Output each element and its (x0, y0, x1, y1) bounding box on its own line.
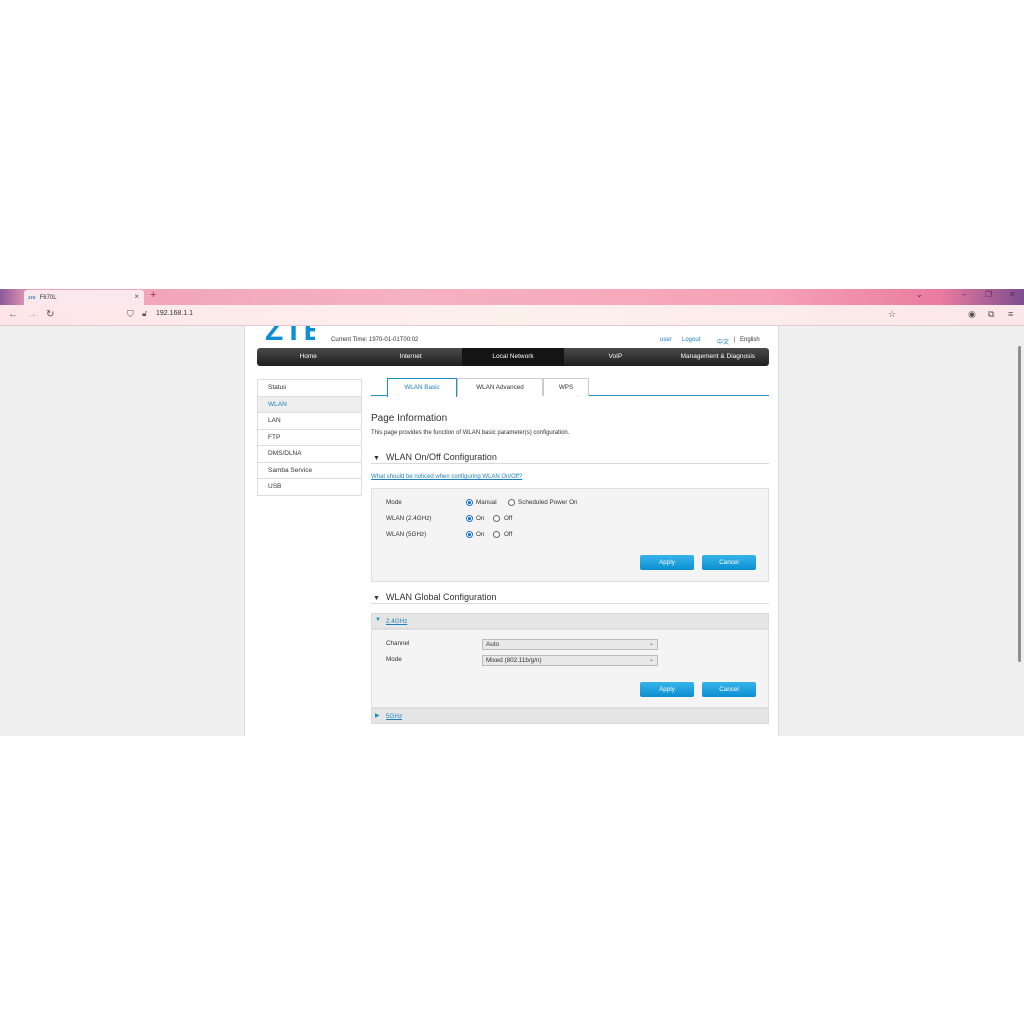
wlan5-on-radio[interactable] (466, 531, 473, 538)
wlan24-label: WLAN (2.4GHz) (386, 515, 432, 522)
wlan5-off-label: Off (504, 531, 513, 538)
onoff-section-header[interactable]: ▼ WLAN On/Off Configuration (371, 452, 769, 464)
wlan5-off-radio[interactable] (493, 531, 500, 538)
sidebar-item-dms[interactable]: DMS/DLNA (258, 446, 361, 463)
global-section-header[interactable]: ▼ WLAN Global Configuration (371, 592, 769, 604)
sidebar: Status WLAN LAN FTP DMS/DLNA Samba Servi… (257, 379, 362, 496)
wlan5-label: WLAN (5GHz) (386, 531, 427, 538)
channel-label: Channel (386, 640, 410, 647)
nav-local-network[interactable]: Local Network (461, 348, 565, 366)
lang-en-link[interactable]: English (740, 337, 760, 343)
screenshot: ZTE F670L × + ⌄ – ❐ ✕ ← → ↻ ⛉ 🔓︎ 192.168… (0, 289, 1024, 736)
browser-tab[interactable]: ZTE F670L × (24, 290, 144, 305)
sidebar-item-wlan[interactable]: WLAN (258, 396, 361, 413)
logout-link[interactable]: Logout (682, 337, 700, 343)
onoff-section-title: WLAN On/Off Configuration (385, 452, 497, 462)
extensions-icon[interactable]: ⧉ (988, 309, 994, 320)
wlan24-on-radio[interactable] (466, 515, 473, 522)
minimize-icon[interactable]: – (962, 290, 966, 299)
mode-label: Mode (386, 499, 402, 506)
current-time: Current Time: 1970-01-01T00:02 (331, 337, 419, 343)
onoff-panel: Mode Manual Scheduled Power On WLAN (2.4… (371, 488, 769, 582)
collapse-arrow-icon: ▼ (373, 455, 380, 462)
bookmark-star-icon[interactable]: ☆ (888, 309, 896, 320)
tab-title: F670L (39, 294, 57, 301)
channel-select-value: Auto (486, 641, 499, 648)
wlan24-off-label: Off (504, 515, 513, 522)
tab-wlan-advanced[interactable]: WLAN Advanced (457, 378, 543, 396)
lang-zh-link[interactable]: 中文 (717, 337, 729, 346)
band-24-label[interactable]: 2.4GHz (386, 618, 407, 625)
global-cancel-button[interactable]: Cancel (702, 682, 756, 697)
close-tab-icon[interactable]: × (134, 292, 139, 301)
address-bar: ← → ↻ ⛉ 🔓︎ 192.168.1.1 ☆ ◉ ⧉ ≡ (0, 305, 1024, 326)
nav-management[interactable]: Management & Diagnosis (667, 348, 769, 366)
mode-scheduled-radio[interactable] (508, 499, 515, 506)
onoff-cancel-button[interactable]: Cancel (702, 555, 756, 570)
page-scrollbar[interactable] (1018, 346, 1021, 662)
band-24-panel: Channel Auto ⌄ Mode Mixed (802.11b/g/n) … (371, 629, 769, 708)
main-nav: Home Internet Local Network VoIP Managem… (257, 348, 769, 366)
url-field[interactable]: 192.168.1.1 (156, 310, 193, 317)
onoff-apply-button[interactable]: Apply (640, 555, 694, 570)
sidebar-item-lan[interactable]: LAN (258, 413, 361, 430)
zte-logo: ZTE (265, 326, 315, 346)
lang-separator: | (734, 337, 736, 343)
expand-down-icon: ▼ (375, 617, 381, 623)
nav-voip[interactable]: VoIP (564, 348, 666, 366)
close-window-icon[interactable]: ✕ (1009, 290, 1016, 299)
band-5-header[interactable]: ▶ 5GHz (371, 708, 769, 724)
sidebar-item-status[interactable]: Status (258, 380, 361, 397)
user-link[interactable]: user (660, 337, 672, 343)
band-24-header[interactable]: ▼ 2.4GHz (371, 613, 769, 629)
tab-wlan-basic[interactable]: WLAN Basic (387, 378, 457, 397)
account-icon[interactable]: ◉ (968, 309, 976, 320)
channel-select[interactable]: Auto ⌄ (482, 639, 658, 650)
browser-tab-bar: ZTE F670L × + ⌄ – ❐ ✕ (0, 289, 1024, 305)
global-section-title: WLAN Global Configuration (385, 592, 497, 602)
wlan24-on-label: On (476, 515, 485, 522)
menu-icon[interactable]: ≡ (1008, 309, 1013, 319)
sidebar-item-usb[interactable]: USB (258, 479, 361, 496)
chevron-down-icon: ⌄ (648, 657, 654, 663)
mode-scheduled-label: Scheduled Power On (518, 499, 578, 506)
onoff-help-link[interactable]: What should be noticed when configuring … (371, 474, 522, 480)
nav-home[interactable]: Home (257, 348, 359, 366)
wlan-mode-select-value: Mixed (802.11b/g/n) (486, 657, 542, 664)
back-icon[interactable]: ← (8, 309, 18, 320)
collapse-arrow-icon: ▼ (373, 595, 380, 602)
page-description: This page provides the function of WLAN … (371, 430, 570, 436)
expand-right-icon: ▶ (375, 713, 380, 719)
tab-list-icon[interactable]: ⌄ (916, 290, 923, 299)
maximize-icon[interactable]: ❐ (985, 290, 992, 299)
reload-icon[interactable]: ↻ (46, 309, 54, 320)
lock-icon[interactable]: 🔓︎ (142, 309, 147, 319)
tab-wps[interactable]: WPS (543, 378, 589, 396)
global-apply-button[interactable]: Apply (640, 682, 694, 697)
zte-favicon-icon: ZTE (28, 295, 36, 300)
wlan5-on-label: On (476, 531, 485, 538)
nav-internet[interactable]: Internet (359, 348, 461, 366)
new-tab-icon[interactable]: + (150, 289, 156, 301)
forward-icon[interactable]: → (27, 309, 37, 320)
chevron-down-icon: ⌄ (648, 641, 654, 647)
sub-tabs: WLAN Basic WLAN Advanced WPS (371, 378, 769, 397)
mode-manual-label: Manual (476, 499, 497, 506)
wlan-mode-label: Mode (386, 656, 402, 663)
sidebar-item-ftp[interactable]: FTP (258, 430, 361, 446)
sidebar-item-samba[interactable]: Samba Service (258, 463, 361, 479)
router-page: ZTE Current Time: 1970-01-01T00:02 user … (244, 326, 779, 736)
band-5-label[interactable]: 5GHz (386, 713, 402, 720)
mode-manual-radio[interactable] (466, 499, 473, 506)
shield-icon[interactable]: ⛉ (127, 309, 134, 320)
page-title: Page Information (371, 413, 448, 424)
wlan-mode-select[interactable]: Mixed (802.11b/g/n) ⌄ (482, 655, 658, 666)
wlan24-off-radio[interactable] (493, 515, 500, 522)
